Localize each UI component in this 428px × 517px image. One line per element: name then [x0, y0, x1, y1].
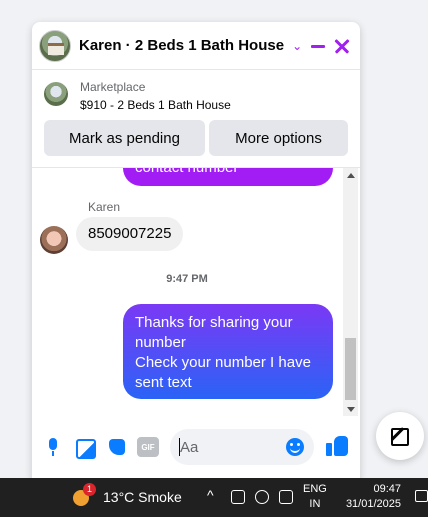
outgoing-message-line: Check your number I have — [135, 354, 311, 371]
message-scrollbar[interactable] — [343, 168, 358, 416]
listing-avatar — [39, 29, 71, 62]
language-code: ENG — [303, 483, 327, 495]
listing-source: Marketplace — [80, 80, 146, 94]
region-code: IN — [309, 498, 321, 510]
minimize-icon[interactable] — [308, 36, 328, 56]
chat-header[interactable]: Karen · 2 Beds 1 Bath House ⌄ — [32, 22, 360, 70]
microphone-icon[interactable] — [42, 436, 64, 458]
tray-overflow-chevron-icon[interactable]: ^ — [207, 487, 214, 503]
sender-name: Karen — [88, 200, 121, 214]
avatar[interactable] — [40, 226, 68, 254]
composer: GIF — [32, 416, 360, 480]
message-input[interactable] — [180, 437, 280, 457]
scroll-up-arrow-icon[interactable] — [347, 173, 355, 178]
outgoing-message-line: sent text — [135, 374, 192, 391]
sticker-icon[interactable] — [106, 436, 128, 458]
thumbs-up-icon[interactable] — [326, 434, 350, 458]
notification-icon[interactable] — [415, 490, 428, 502]
scrollbar-thumb[interactable] — [345, 338, 356, 400]
close-icon[interactable] — [332, 36, 352, 56]
meet-now-icon[interactable] — [231, 490, 245, 504]
scroll-down-arrow-icon[interactable] — [347, 407, 355, 412]
weather-text[interactable]: 13°C Smoke — [103, 489, 182, 505]
clock-time: 09:47 — [373, 483, 401, 495]
photo-icon[interactable] — [73, 436, 96, 459]
listing-banner: Marketplace $910 - 2 Beds 1 Bath House M… — [32, 70, 360, 168]
clock[interactable]: 09:47 31/01/2025 — [339, 482, 401, 512]
more-options-button[interactable]: More options — [209, 120, 348, 156]
weather-alert-badge: 1 — [83, 483, 96, 496]
incoming-message: 8509007225 — [76, 217, 184, 251]
outgoing-message-partial: contact number — [123, 168, 333, 186]
gif-icon[interactable]: GIF — [137, 437, 159, 457]
mark-as-pending-button[interactable]: Mark as pending — [44, 120, 205, 156]
clock-date: 31/01/2025 — [345, 498, 401, 510]
outgoing-message: Thanks for sharing your number Check you… — [123, 304, 333, 399]
message-timestamp: 9:47 PM — [166, 273, 208, 285]
chat-window: Karen · 2 Beds 1 Bath House ⌄ Marketplac… — [32, 22, 360, 480]
volume-icon[interactable] — [255, 490, 269, 504]
message-input-box[interactable] — [170, 429, 314, 465]
listing-title[interactable]: $910 - 2 Beds 1 Bath House — [80, 98, 231, 112]
taskbar: 1 13°C Smoke ^ ENG IN 09:47 31/01/2025 — [0, 478, 428, 517]
emoji-icon[interactable] — [286, 438, 304, 456]
message-list: contact number Karen 8509007225 9:47 PM … — [32, 168, 360, 416]
chat-title[interactable]: Karen · 2 Beds 1 Bath House — [79, 37, 284, 54]
listing-thumbnail — [44, 82, 68, 106]
screen: Karen · 2 Beds 1 Bath House ⌄ Marketplac… — [0, 0, 428, 517]
new-message-button[interactable] — [376, 412, 424, 460]
network-icon[interactable] — [279, 490, 293, 504]
outgoing-message-line: number — [135, 334, 186, 351]
chevron-down-icon[interactable]: ⌄ — [292, 39, 302, 53]
outgoing-message-line: Thanks for sharing your — [135, 314, 293, 331]
language-indicator[interactable]: ENG IN — [303, 482, 327, 512]
